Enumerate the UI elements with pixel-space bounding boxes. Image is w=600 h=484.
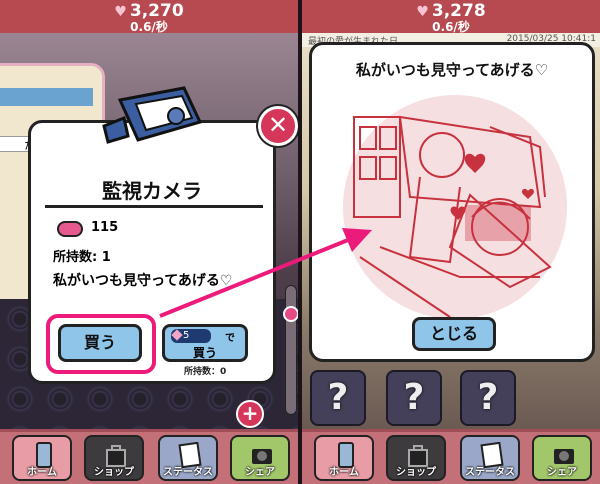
nav-share[interactable]: シェア	[230, 435, 290, 481]
nav-status[interactable]: ステータス	[158, 435, 218, 481]
sketch-illustration	[343, 95, 567, 319]
viewer-title: 私がいつも見守ってあげる♡	[355, 61, 549, 79]
nav-home[interactable]: ホーム	[314, 435, 374, 481]
nav-share[interactable]: シェア	[532, 435, 592, 481]
gem-owned-count: 所持数：0	[184, 367, 227, 377]
heart-rate: 0.6/秒	[130, 20, 168, 34]
locked-item-1[interactable]: ?	[310, 370, 366, 426]
heart-price-icon	[57, 221, 83, 237]
gem-with-label: で	[225, 333, 235, 344]
close-viewer-button[interactable]: とじる	[412, 317, 496, 351]
item-description: 私がいつも見守ってあげる♡	[53, 273, 233, 289]
scrollbar[interactable]	[285, 285, 297, 415]
image-viewer-dialog: 私がいつも見守ってあげる♡ とじる	[309, 42, 595, 362]
item-title: 監視カメラ	[102, 179, 202, 203]
locked-item-3[interactable]: ?	[460, 370, 516, 426]
status-bar: ♥ 3,270 0.6/秒	[0, 0, 298, 34]
status-bar: ♥ 3,278 0.6/秒	[302, 0, 600, 34]
locked-item-2[interactable]: ?	[386, 370, 442, 426]
nav-home[interactable]: ホーム	[12, 435, 72, 481]
nav-shop[interactable]: ショップ	[84, 435, 144, 481]
item-price: 115	[91, 220, 119, 235]
scrollbar-heart-thumb[interactable]	[283, 306, 298, 322]
bottom-nav: ホーム ショップ ステータス シェア	[0, 429, 298, 484]
buy-button[interactable]: 買う	[58, 324, 142, 362]
title-underline	[45, 205, 263, 208]
buy-with-gems-button[interactable]: 5 で 買う	[162, 324, 248, 362]
left-screen: たかし ♥3,270 0.6/秒 監視カメラ 115 所持数: 1 私がいつも見…	[0, 0, 298, 484]
nav-shop[interactable]: ショップ	[386, 435, 446, 481]
close-icon: ✕	[267, 111, 289, 139]
close-dialog-button[interactable]: ✕	[258, 106, 298, 146]
security-camera-icon	[102, 86, 203, 144]
right-screen: ♥3,278 0.6/秒 最初の愛が生まれた日 2015/03/25 10:41…	[302, 0, 600, 484]
owned-count: 所持数: 1	[53, 250, 111, 265]
gem-buy-label: 買う	[192, 346, 217, 360]
nav-status[interactable]: ステータス	[460, 435, 520, 481]
bottom-nav: ホーム ショップ ステータス シェア	[302, 429, 600, 484]
add-button[interactable]: +	[236, 400, 264, 428]
